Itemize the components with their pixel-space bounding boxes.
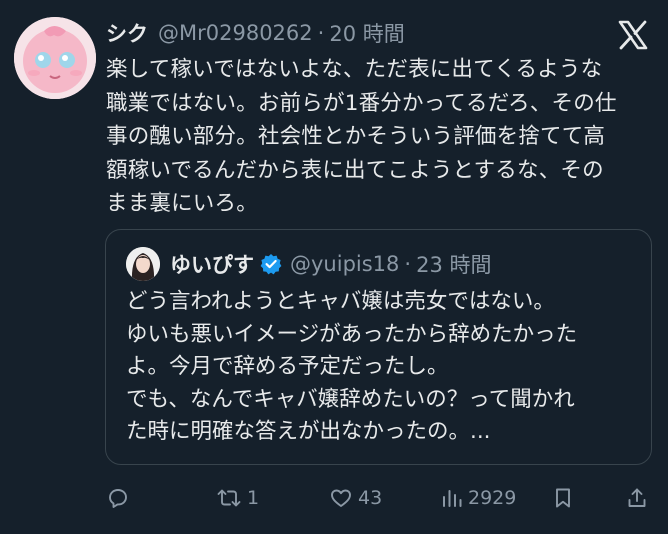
- tweet-text-line: まま裏にいろ。: [106, 191, 258, 216]
- avatar[interactable]: [14, 17, 96, 99]
- views-button[interactable]: 2929: [441, 484, 516, 512]
- quoted-display-name[interactable]: ゆいぴす: [170, 249, 254, 279]
- x-logo[interactable]: [617, 19, 649, 51]
- user-handle[interactable]: @Mr02980262: [158, 21, 313, 45]
- view-count: 2929: [468, 487, 517, 509]
- retweet-count: 1: [247, 487, 260, 509]
- quoted-header: ゆいぴす @yuipis18 · 23 時間: [170, 248, 492, 280]
- quoted-text: どう言われようとキャバ嬢は売女ではない。 ゆいも悪いイメージがあったから辞めたか…: [126, 286, 641, 449]
- quoted-text-line: た時に明確な答えが出なかったの。...: [126, 419, 491, 444]
- bookmark-button[interactable]: [552, 484, 574, 512]
- display-name[interactable]: シク: [106, 18, 148, 48]
- tweet-header: シク @Mr02980262 · 20 時間: [106, 17, 405, 49]
- tweet-text-line: 職業ではない。お前らが1番分かってるだろ、その仕: [106, 90, 617, 116]
- tweet-text-line: 楽して稼いではないよな、ただ表に出てくるような: [106, 57, 603, 82]
- share-icon: [628, 488, 646, 507]
- retweet-icon: [217, 489, 241, 507]
- bookmark-icon: [556, 488, 570, 508]
- tweet-text-line: 額稼いでるんだから表に出てこようとするな、その: [106, 157, 604, 183]
- quoted-text-line: どう言われようとキャバ嬢は売女ではない。: [126, 289, 555, 314]
- action-bar: 1 43 2929: [104, 484, 652, 512]
- tweet-text-line: 事の醜い部分。社会性とかそういう評価を捨てて高: [106, 124, 606, 149]
- reply-button[interactable]: [106, 484, 135, 512]
- quoted-text-line: よ。今月で辞める予定だったし。: [126, 354, 449, 379]
- timestamp[interactable]: 20 時間: [329, 18, 404, 48]
- quoted-text-line: ゆいも悪いイメージがあったから辞めたかった: [126, 321, 578, 347]
- separator-dot: ·: [404, 252, 412, 276]
- quoted-user-handle[interactable]: @yuipis18: [290, 252, 399, 276]
- tweet-text: 楽して稼いではないよな、ただ表に出てくるような 職業ではない。お前らが1番分かっ…: [106, 53, 656, 221]
- quoted-text-line: でも、なんでキャバ嬢辞めたいの？って聞かれ: [126, 386, 575, 412]
- share-button[interactable]: [626, 484, 648, 512]
- x-logo-icon: [618, 20, 648, 50]
- quoted-avatar[interactable]: [126, 247, 160, 281]
- verified-badge-icon: [260, 253, 282, 275]
- quoted-timestamp[interactable]: 23 時間: [416, 249, 491, 279]
- heart-icon: [331, 489, 351, 507]
- tweet[interactable]: シク @Mr02980262 · 20 時間 楽して稼いではないよな、ただ表に出…: [0, 0, 668, 534]
- like-button[interactable]: 43: [329, 484, 382, 512]
- retweet-button[interactable]: 1: [216, 484, 259, 512]
- avatar-image: [14, 17, 96, 99]
- separator-dot: ·: [317, 21, 325, 45]
- quoted-avatar-image: [126, 247, 160, 281]
- views-icon: [443, 490, 462, 507]
- quoted-tweet[interactable]: ゆいぴす @yuipis18 · 23 時間 どう言われようとキャバ嬢は売女では…: [105, 229, 652, 465]
- reply-icon: [109, 489, 127, 508]
- like-count: 43: [358, 487, 383, 509]
